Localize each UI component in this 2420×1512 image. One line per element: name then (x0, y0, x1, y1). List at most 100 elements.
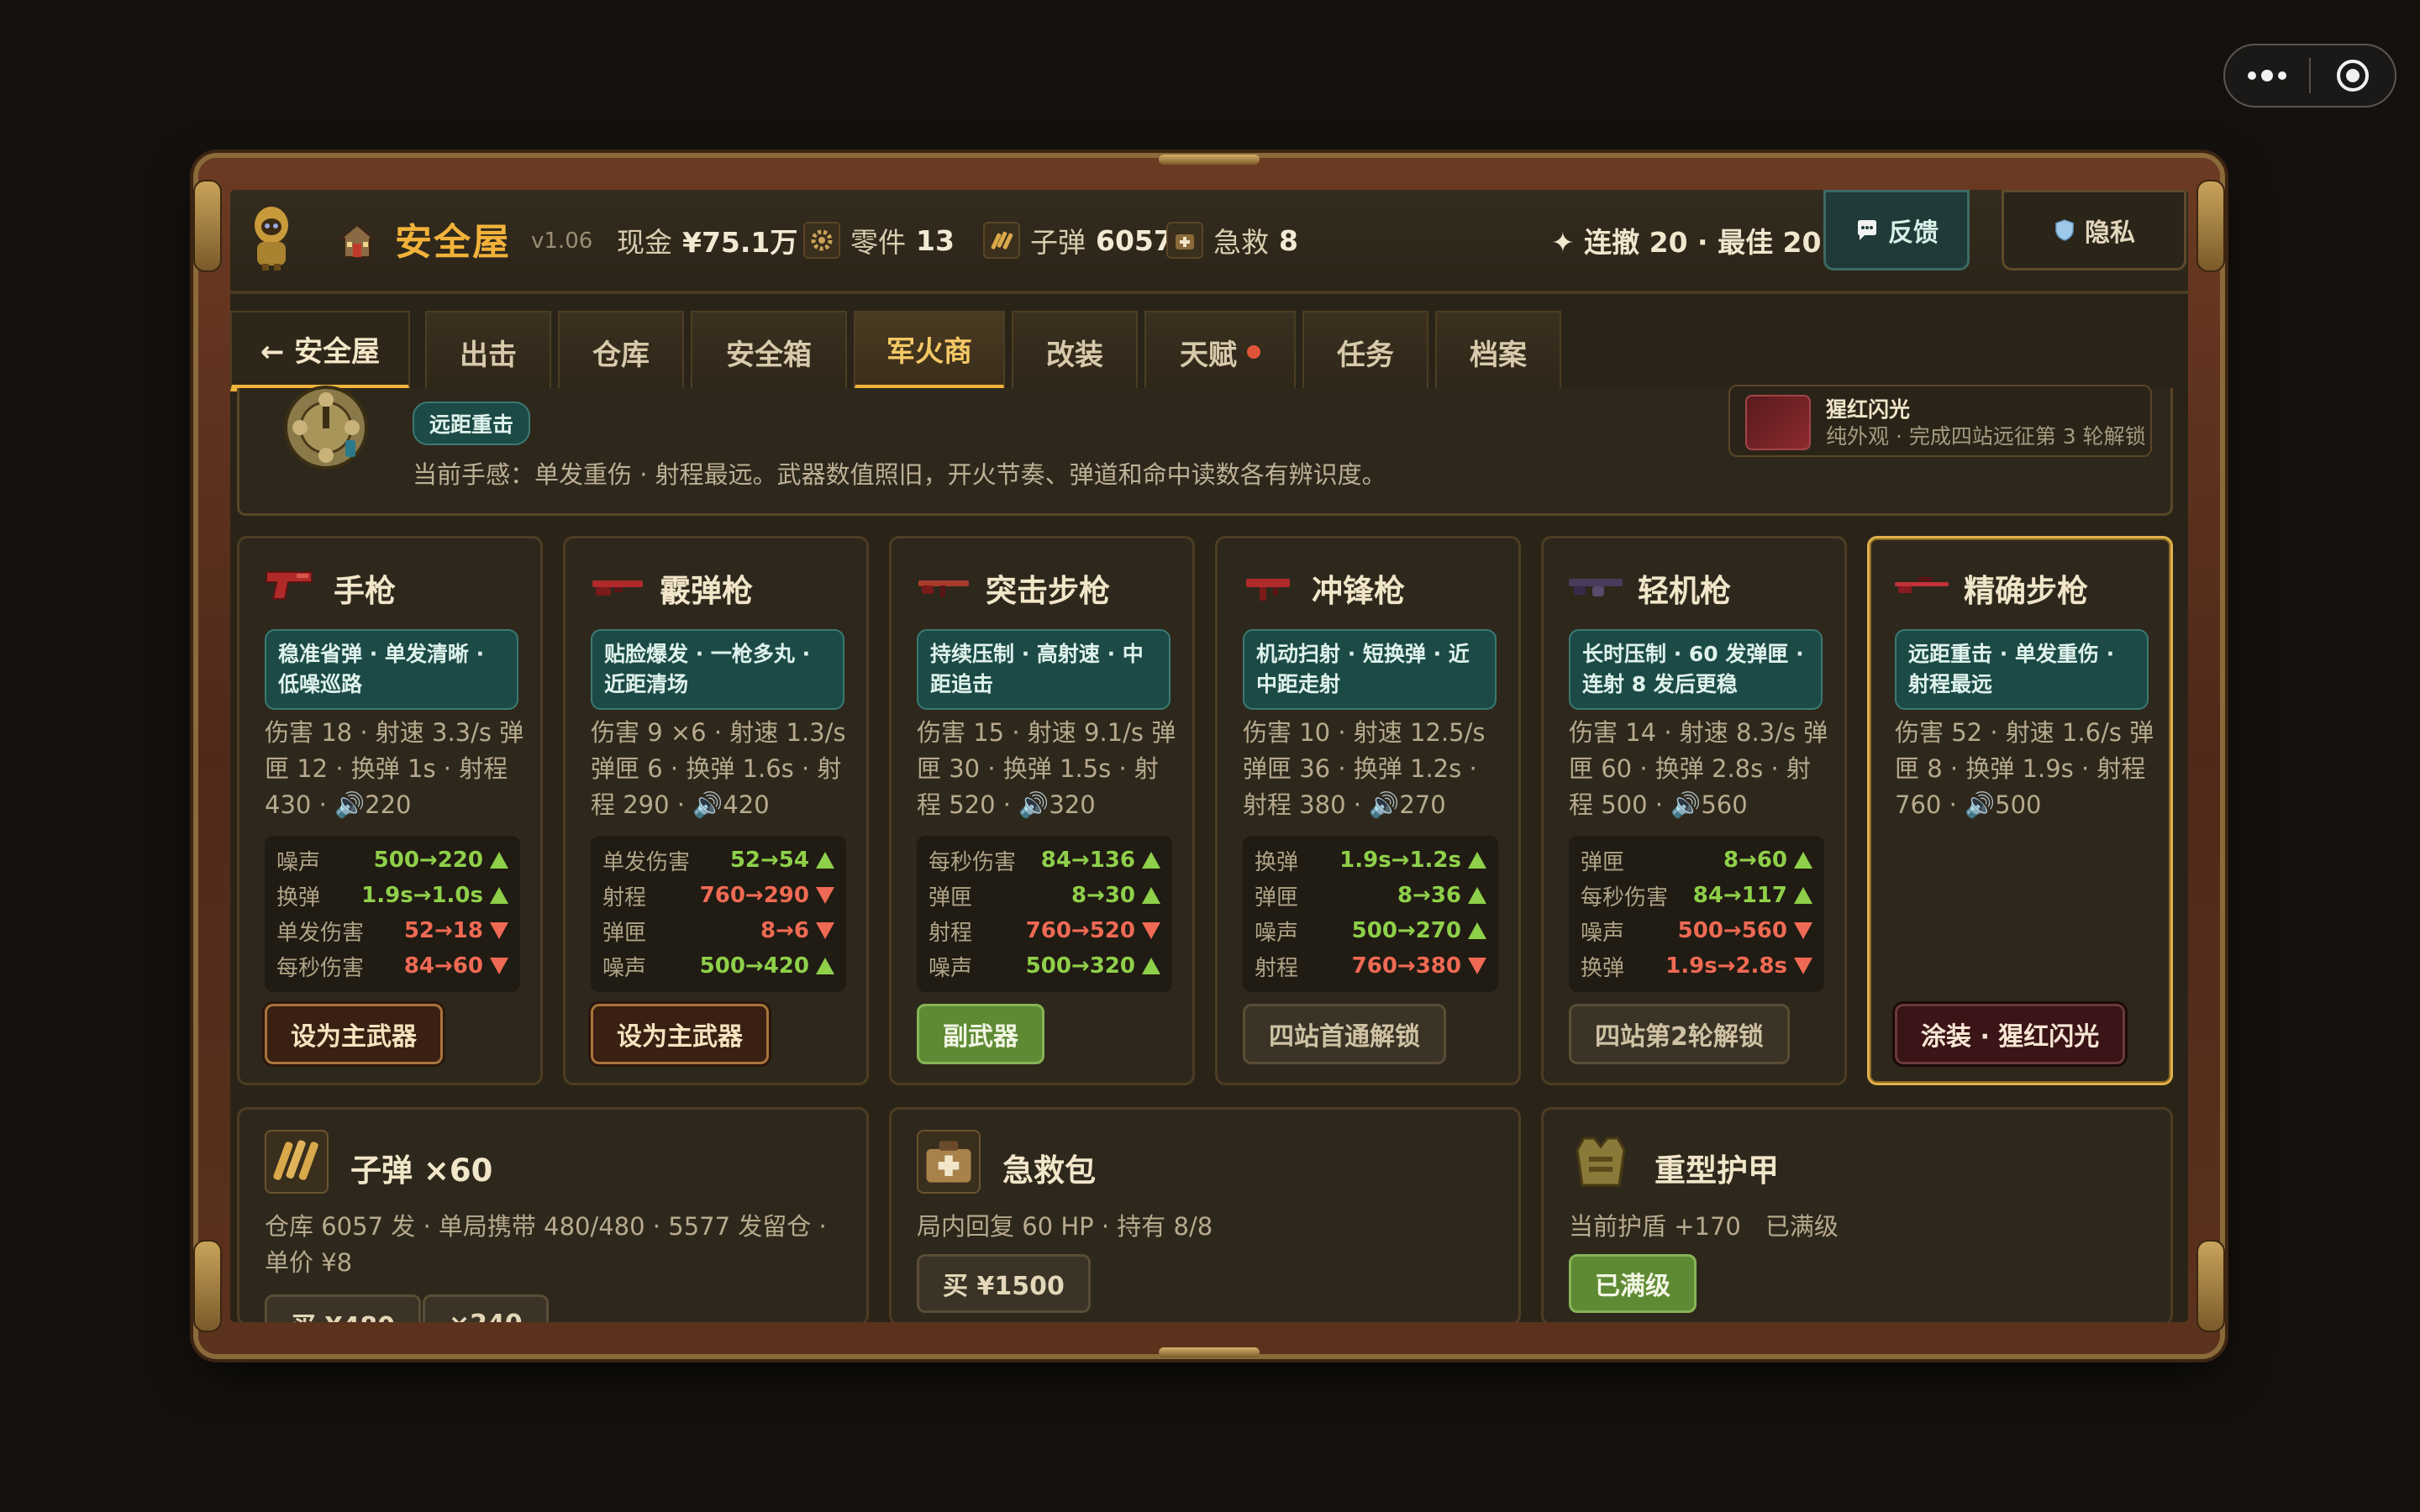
parts-value: 13 (916, 223, 955, 257)
firstaid-counter: 急救 8 (1166, 220, 1298, 260)
weapon-name: 轻机枪 (1638, 573, 1731, 609)
skin-swatch (1745, 395, 1811, 450)
compare-value: 52→18 (404, 918, 508, 943)
current-weapon-tag: 远距重击 (413, 402, 531, 445)
parts-label: 零件 (850, 226, 906, 259)
tab-modify[interactable]: 改装 (1012, 311, 1138, 391)
pistol-icon (266, 571, 313, 600)
firstaid-value: 8 (1279, 223, 1298, 257)
weapon-name: 冲锋枪 (1312, 573, 1405, 609)
compare-key: 弹匣 (1581, 849, 1625, 875)
medkit-icon (917, 1130, 981, 1194)
privacy-button[interactable]: 隐私 (2002, 190, 2186, 270)
extraction-streak: ✦ 连撤 20 · 最佳 20 (1551, 226, 1822, 259)
tab-sortie[interactable]: 出击 (425, 311, 551, 391)
compare-key: 单发伤害 (602, 849, 691, 875)
compare-row: 弹匣 8→30 (929, 878, 1160, 913)
ammo-counter: 子弹 6057 (983, 220, 1173, 260)
tab-arms-dealer[interactable]: 军火商 (854, 311, 1005, 391)
compare-row: 弹匣 8→6 (602, 913, 834, 948)
compare-value: 8→36 (1397, 883, 1486, 908)
compare-row: 单发伤害 52→54 (602, 843, 834, 878)
close-program-button[interactable] (2311, 45, 2395, 106)
weapon-stats: 伤害 15 · 射速 9.1/s 弹匣 30 · 换弹 1.5s · 射程 52… (917, 718, 1176, 819)
compare-key: 单发伤害 (276, 920, 365, 946)
weapon-stats: 伤害 10 · 射速 12.5/s 弹匣 36 · 换弹 1.2s · 射程 3… (1243, 718, 1486, 819)
top-bar: 安全屋 v1.06 现金 ¥75.1万 零件 13 子弹 6057 急救 8 ✦… (230, 190, 2188, 294)
tab-talent[interactable]: 天赋 (1144, 311, 1296, 391)
compare-table: 单发伤害 52→54 射程 760→290 弹匣 8→6 噪声 500→420 (591, 836, 846, 992)
smg-icon (1246, 579, 1290, 601)
weapon-card-assault-rifle[interactable]: 突击步枪 持续压制 · 高射速 · 中距追击 伤害 15 · 射速 9.1/s … (889, 536, 1195, 1085)
compare-value: 84→136 (1041, 848, 1160, 873)
assault-rifle-icon (918, 580, 969, 597)
compare-value: 8→60 (1723, 848, 1812, 873)
more-menu-button[interactable] (2225, 45, 2309, 106)
current-weapon-desc: 当前手感：单发重伤 · 射程最远。武器数值照旧，开火节奏、弹道和命中读数各有辨识… (413, 460, 1386, 489)
compare-text: 1.9s→1.0s (361, 883, 483, 908)
arrow-down-icon (1794, 958, 1812, 974)
tab-archive[interactable]: 档案 (1435, 311, 1561, 391)
arrow-up-icon (1794, 852, 1812, 869)
ammo-box-icon (265, 1130, 329, 1194)
compare-key: 噪声 (929, 955, 973, 981)
skin-button[interactable]: 涂装 · 猩红闪光 (1895, 1004, 2126, 1064)
weapon-tag: 持续压制 · 高射速 · 中距追击 (917, 629, 1171, 710)
compare-value: 500→320 (1026, 953, 1160, 979)
tab-safebox[interactable]: 安全箱 (691, 311, 847, 391)
arrow-down-icon (816, 887, 834, 904)
frame-bolt (193, 1240, 222, 1332)
compare-value: 84→117 (1693, 883, 1812, 908)
buy-ammo-button[interactable]: 买 ¥480 (265, 1294, 421, 1322)
compare-value: 1.9s→1.0s (361, 883, 508, 908)
ammo-title: 子弹 ×60 (350, 1152, 493, 1189)
compare-key: 每秒伤害 (1581, 885, 1669, 911)
armor-maxed-button[interactable]: 已满级 (1569, 1254, 1697, 1313)
compare-value: 8→30 (1071, 883, 1160, 908)
weapon-card-marksman-rifle[interactable]: 精确步枪 远距重击 · 单发重伤 · 射程最远 伤害 52 · 射速 1.6/s… (1867, 536, 2173, 1085)
compare-table: 每秒伤害 84→136 弹匣 8→30 射程 760→520 噪声 500→320 (917, 836, 1172, 992)
player-avatar-icon[interactable] (244, 200, 299, 270)
compare-value: 500→270 (1352, 918, 1486, 943)
frame-hinge (1159, 155, 1260, 165)
feedback-label: 反馈 (1888, 218, 1939, 248)
arrow-up-icon (1794, 887, 1812, 904)
more-dots-icon (2248, 70, 2286, 81)
secondary-weapon-button[interactable]: 副武器 (917, 1004, 1044, 1064)
version-label: v1.06 (531, 228, 593, 254)
frame-hinge (1159, 1347, 1260, 1357)
compare-key: 射程 (1255, 955, 1299, 981)
weapon-card-shotgun[interactable]: 霰弹枪 贴脸爆发 · 一枪多丸 · 近距清场 伤害 9 ×6 · 射速 1.3/… (563, 536, 869, 1085)
arrow-down-icon (490, 922, 508, 939)
buy-firstaid-button[interactable]: 买 ¥1500 (917, 1254, 1091, 1313)
cash-counter: 现金 ¥75.1万 (617, 220, 797, 260)
compare-text: 760→290 (699, 883, 809, 908)
compare-text: 500→420 (699, 953, 809, 979)
set-primary-button[interactable]: 设为主武器 (591, 1004, 769, 1064)
arrow-up-icon (1142, 852, 1160, 869)
locked-unlock-button[interactable]: 四站首通解锁 (1243, 1004, 1446, 1064)
tab-missions[interactable]: 任务 (1302, 311, 1428, 391)
tab-warehouse[interactable]: 仓库 (558, 311, 684, 391)
compare-row: 射程 760→290 (602, 878, 834, 913)
firstaid-title: 急救包 (1002, 1152, 1096, 1189)
set-primary-button[interactable]: 设为主武器 (265, 1004, 443, 1064)
arrow-down-icon (816, 922, 834, 939)
compare-row: 换弹 1.9s→1.2s (1255, 843, 1486, 878)
feedback-button[interactable]: 反馈 (1823, 190, 1970, 270)
skin-card[interactable]: 猩红闪光 纯外观 · 完成四站远征第 3 轮解锁 (1728, 385, 2152, 457)
compare-value: 500→420 (700, 953, 834, 979)
compare-row: 弹匣 8→36 (1255, 878, 1486, 913)
buy-ammo-bulk-button[interactable]: ×240 (423, 1294, 549, 1322)
compare-text: 500→220 (373, 848, 483, 873)
weapon-card-smg[interactable]: 冲锋枪 机动扫射 · 短换弹 · 近中距走射 伤害 10 · 射速 12.5/s… (1215, 536, 1521, 1085)
locked-unlock-button[interactable]: 四站第2轮解锁 (1569, 1004, 1790, 1064)
weapon-card-lmg[interactable]: 轻机枪 长时压制 · 60 发弹匣 · 连射 8 发后更稳 伤害 14 · 射速… (1541, 536, 1847, 1085)
compare-row: 噪声 500→420 (602, 948, 834, 984)
weapon-card-pistol[interactable]: 手枪 稳准省弹 · 单发清晰 · 低噪巡路 伤害 18 · 射速 3.3/s 弹… (237, 536, 543, 1085)
weapon-stats: 伤害 9 ×6 · 射速 1.3/s 弹匣 6 · 换弹 1.6s · 射程 2… (591, 718, 846, 819)
compare-key: 噪声 (602, 955, 647, 981)
back-to-safehouse-tab[interactable]: ← 安全屋 (230, 311, 410, 391)
weapon-tag: 机动扫射 · 短换弹 · 近中距走射 (1243, 629, 1497, 710)
compare-key: 噪声 (276, 849, 321, 875)
